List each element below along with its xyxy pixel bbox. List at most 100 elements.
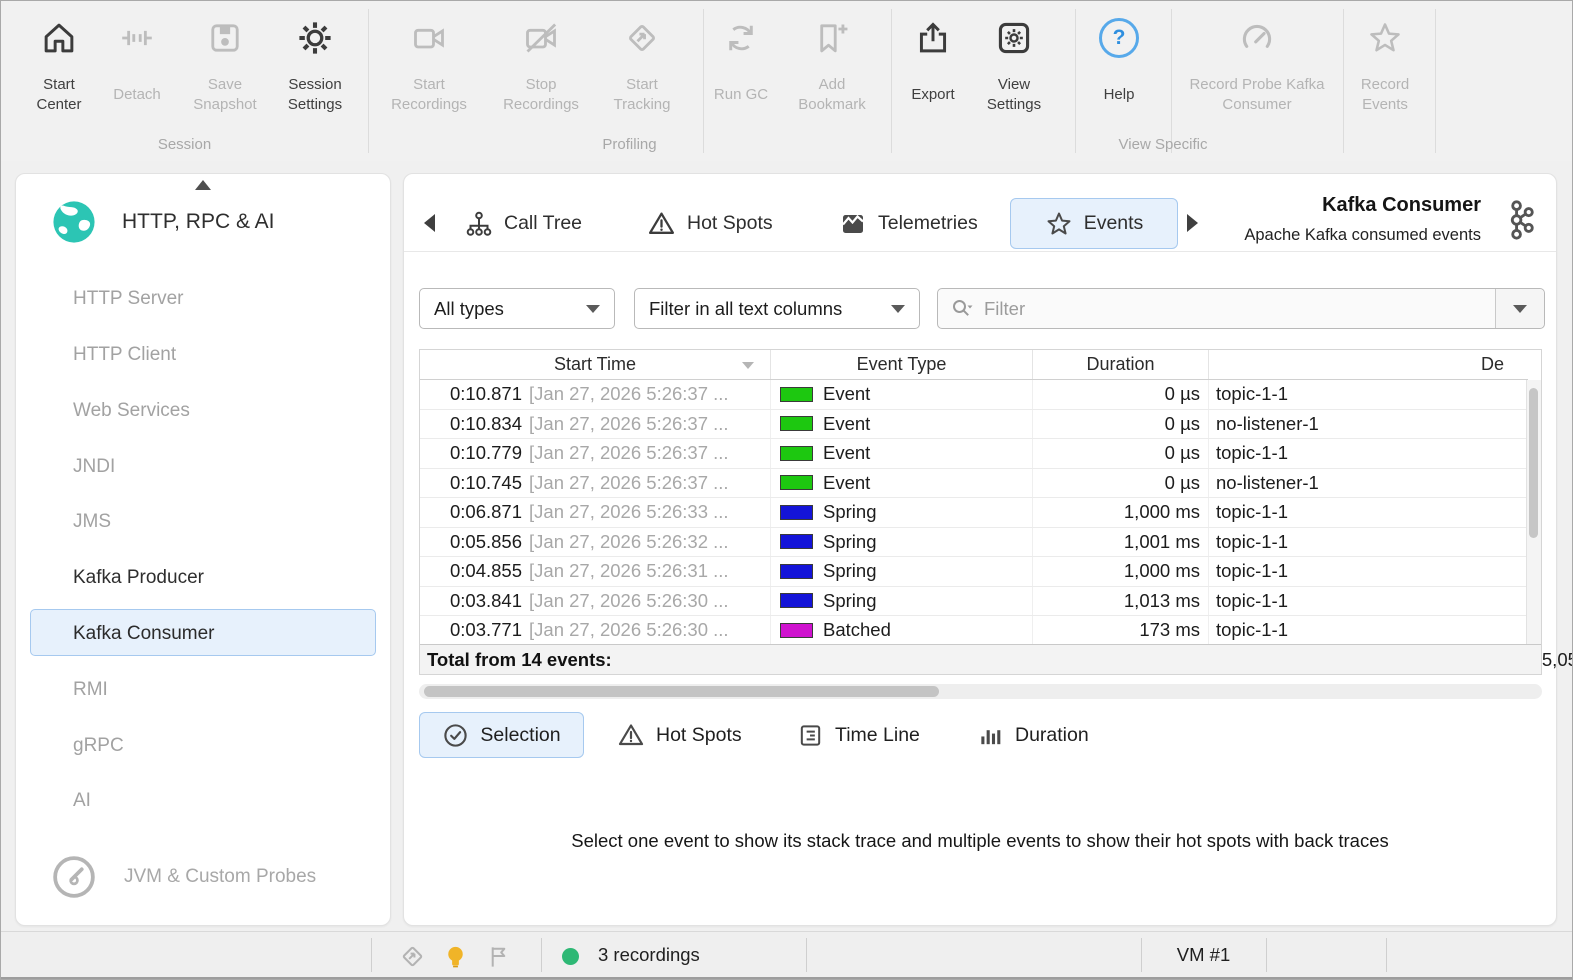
- bar-chart-icon: [977, 722, 1004, 749]
- selection-hint-text: Select one event to show its stack trace…: [571, 830, 1389, 851]
- table-header: Start Time Event Type Duration De: [420, 350, 1528, 380]
- table-row[interactable]: 0:05.856 [Jan 27, 2026 5:26:32 ... Spring…: [420, 527, 1528, 557]
- help-button[interactable]: ? Help: [1087, 9, 1151, 127]
- horizontal-scrollbar[interactable]: [419, 684, 1542, 699]
- gear-icon: [296, 9, 334, 67]
- sidebar-item-http-client[interactable]: HTTP Client: [30, 330, 376, 377]
- toolbar-group-view-specific: View Specific: [1118, 136, 1208, 153]
- tab-bottom-hot-spots[interactable]: Hot Spots: [600, 712, 759, 758]
- home-icon: [41, 9, 77, 67]
- probe-view-panel: Call Tree Hot Spots Telemetries Events K…: [403, 173, 1572, 926]
- stop-recordings-button[interactable]: Stop Recordings: [491, 9, 591, 127]
- sidebar-item-rmi[interactable]: RMI: [30, 665, 376, 712]
- event-type-swatch: [780, 593, 813, 609]
- start-recordings-button[interactable]: Start Recordings: [379, 9, 479, 127]
- event-type-swatch: [780, 563, 813, 579]
- detach-button[interactable]: Detach: [105, 9, 169, 127]
- sidebar-item-jvm-custom-probes[interactable]: JVM & Custom Probes: [50, 853, 316, 901]
- search-icon[interactable]: [938, 289, 982, 328]
- table-row[interactable]: 0:04.855 [Jan 27, 2026 5:26:31 ... Spring…: [420, 557, 1528, 587]
- help-icon: ?: [1099, 9, 1139, 67]
- bookmark-plus-icon: [814, 9, 850, 67]
- recording-status-dot: [562, 948, 579, 965]
- toolbar-divider: [1075, 9, 1076, 153]
- export-button[interactable]: Export: [899, 9, 967, 127]
- statusbar-divider: [541, 938, 542, 972]
- tabs-scroll-left-icon[interactable]: [424, 214, 435, 232]
- sort-descending-icon: [742, 362, 754, 369]
- sidebar-item-jms[interactable]: JMS: [30, 497, 376, 544]
- flag-icon[interactable]: [485, 943, 512, 970]
- bulb-icon[interactable]: [442, 943, 469, 970]
- view-title: Kafka Consumer: [1322, 194, 1481, 216]
- table-row[interactable]: 0:03.771 [Jan 27, 2026 5:26:30 ... Batche…: [420, 616, 1528, 644]
- vm-selector-label: VM #1: [1176, 944, 1231, 965]
- event-type-swatch: [780, 445, 813, 461]
- sidebar-item-ai[interactable]: AI: [30, 776, 376, 823]
- column-header-duration[interactable]: Duration: [1033, 350, 1209, 379]
- toolbar-group-profiling: Profiling: [602, 136, 657, 153]
- tab-time-line[interactable]: Time Line: [780, 712, 937, 758]
- view-subtitle: Apache Kafka consumed events: [1244, 226, 1481, 244]
- record-events-button[interactable]: Record Events: [1347, 9, 1423, 127]
- filter-dropdown-button[interactable]: [1495, 289, 1544, 328]
- column-header-event-type[interactable]: Event Type: [771, 350, 1033, 379]
- session-settings-button[interactable]: Session Settings: [273, 9, 357, 127]
- statusbar-divider: [371, 938, 372, 972]
- filter-input[interactable]: [982, 289, 1495, 328]
- tabs-scroll-right-icon[interactable]: [1187, 214, 1198, 232]
- horizontal-scrollbar-thumb[interactable]: [424, 686, 939, 697]
- refresh-icon: [723, 9, 759, 67]
- tab-events[interactable]: Events: [1010, 198, 1178, 249]
- tracking-diamond-icon: [624, 9, 660, 67]
- table-body: 0:10.871 [Jan 27, 2026 5:26:37 ... Event …: [420, 380, 1528, 644]
- window-bottom-edge: [1, 977, 1572, 979]
- export-icon: [915, 9, 951, 67]
- events-table: Start Time Event Type Duration De 0:10.8…: [419, 349, 1572, 675]
- tab-hot-spots[interactable]: Hot Spots: [632, 198, 788, 249]
- sidebar-item-kafka-consumer[interactable]: Kafka Consumer: [30, 609, 376, 656]
- table-row[interactable]: 0:10.871 [Jan 27, 2026 5:26:37 ... Event …: [420, 380, 1528, 410]
- collapse-up-icon[interactable]: [195, 180, 211, 190]
- vertical-scrollbar[interactable]: [1526, 380, 1541, 644]
- record-probe-button[interactable]: Record Probe Kafka Consumer: [1179, 9, 1335, 127]
- tracking-diamond-icon[interactable]: [399, 943, 426, 970]
- type-filter-select[interactable]: All types: [419, 288, 615, 329]
- detach-icon: [119, 9, 155, 67]
- jprofiler-window: Start Center Detach Save Snapshot Sessio…: [0, 0, 1573, 980]
- column-header-description[interactable]: De: [1209, 350, 1528, 379]
- tab-telemetries[interactable]: Telemetries: [824, 198, 993, 249]
- table-row[interactable]: 0:03.841 [Jan 27, 2026 5:26:30 ... Spring…: [420, 586, 1528, 616]
- chevron-down-icon: [891, 304, 905, 313]
- sidebar-title: HTTP, RPC & AI: [122, 210, 275, 233]
- column-filter-select[interactable]: Filter in all text columns: [634, 288, 920, 329]
- tab-call-tree[interactable]: Call Tree: [450, 198, 597, 249]
- telemetry-icon: [839, 210, 867, 238]
- sidebar-item-http-server[interactable]: HTTP Server: [30, 274, 376, 321]
- run-gc-button[interactable]: Run GC: [709, 9, 773, 127]
- table-row[interactable]: 0:10.745 [Jan 27, 2026 5:26:37 ... Event …: [420, 468, 1528, 498]
- tab-duration[interactable]: Duration: [960, 712, 1106, 758]
- tab-selection[interactable]: Selection: [419, 712, 584, 758]
- status-bar: 3 recordings VM #1: [1, 931, 1572, 979]
- toolbar-divider: [1435, 9, 1436, 153]
- table-row[interactable]: 0:06.871 [Jan 27, 2026 5:26:33 ... Spring…: [420, 498, 1528, 528]
- warning-icon: [617, 721, 645, 749]
- sidebar-header: HTTP, RPC & AI: [50, 198, 275, 246]
- table-row[interactable]: 0:10.834 [Jan 27, 2026 5:26:37 ... Event …: [420, 409, 1528, 439]
- table-total-row: Total from 14 events: 5,059 ms: [420, 644, 1572, 674]
- sidebar-item-kafka-producer[interactable]: Kafka Producer: [30, 553, 376, 600]
- sidebar-item-web-services[interactable]: Web Services: [30, 386, 376, 433]
- view-settings-button[interactable]: View Settings: [975, 9, 1053, 127]
- table-row[interactable]: 0:10.779 [Jan 27, 2026 5:26:37 ... Event …: [420, 439, 1528, 469]
- toolbar-divider: [368, 9, 369, 153]
- sidebar-item-jndi[interactable]: JNDI: [30, 442, 376, 489]
- sidebar-item-grpc[interactable]: gRPC: [30, 721, 376, 768]
- start-center-button[interactable]: Start Center: [25, 9, 93, 127]
- add-bookmark-button[interactable]: Add Bookmark: [785, 9, 879, 127]
- event-type-swatch: [780, 386, 813, 402]
- column-header-start-time[interactable]: Start Time: [420, 350, 771, 379]
- save-snapshot-button[interactable]: Save Snapshot: [179, 9, 271, 127]
- vertical-scrollbar-thumb[interactable]: [1529, 388, 1538, 538]
- start-tracking-button[interactable]: Start Tracking: [597, 9, 687, 127]
